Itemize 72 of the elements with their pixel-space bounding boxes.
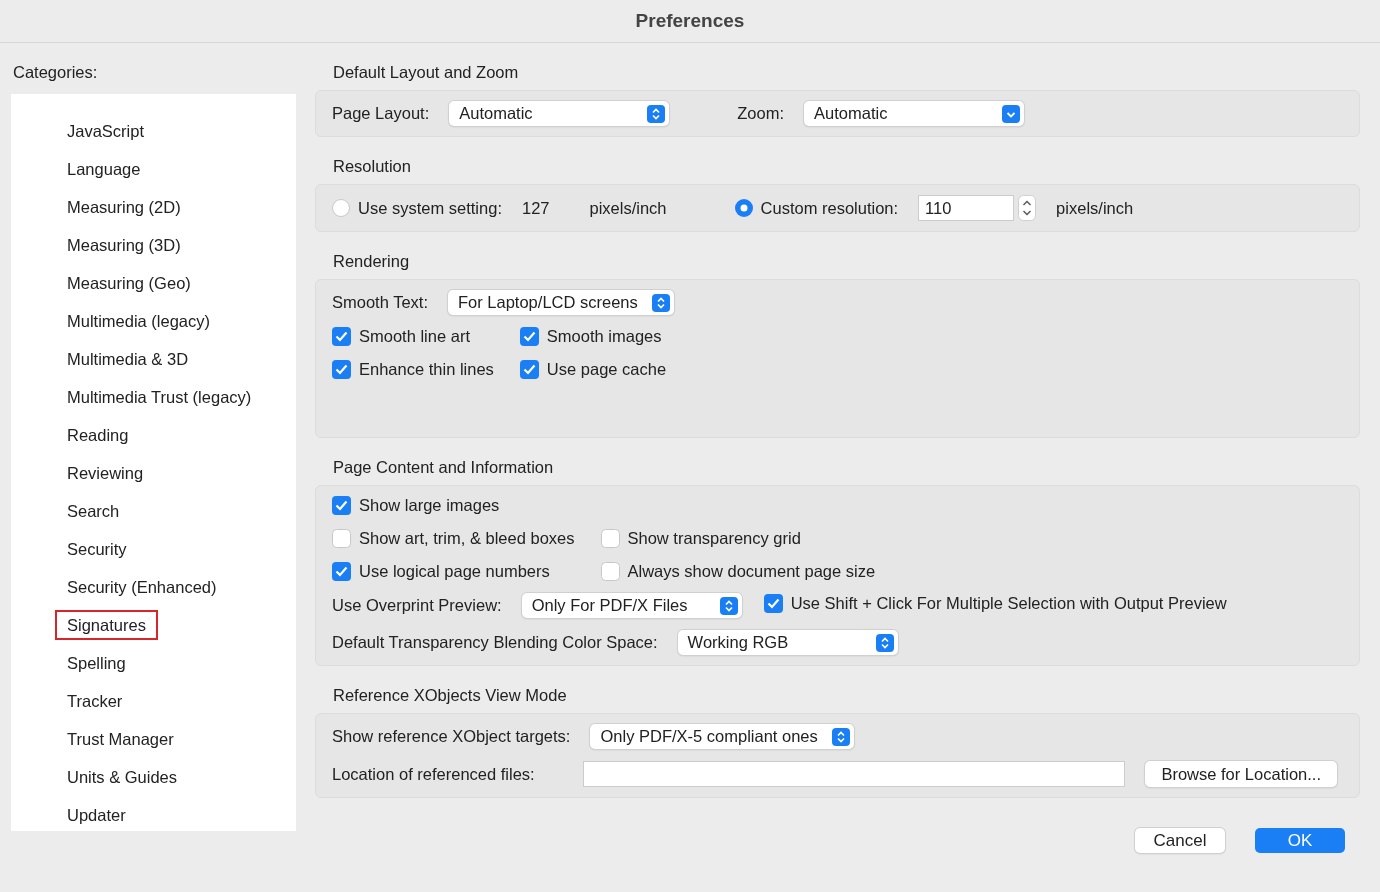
category-item[interactable]: Reviewing	[55, 458, 156, 488]
category-item[interactable]: Spelling	[55, 648, 138, 678]
category-item[interactable]: Tracker	[55, 686, 135, 716]
category-item[interactable]: Measuring (Geo)	[55, 268, 203, 298]
checkbox[interactable]	[332, 327, 351, 346]
checkbox[interactable]	[519, 360, 539, 379]
dropdown[interactable]: Automatic	[449, 101, 670, 126]
category-item[interactable]: Multimedia Trust (legacy)	[55, 382, 264, 412]
radio-label: Custom resolution:	[760, 198, 899, 218]
category-item[interactable]: Reading	[55, 420, 141, 450]
category-item[interactable]: Search	[55, 496, 132, 526]
category-item[interactable]: Measuring (3D)	[55, 230, 193, 260]
value-text: pixels/inch	[1056, 198, 1134, 218]
checkbox[interactable]	[332, 529, 351, 548]
section-title: Resolution	[333, 157, 412, 176]
dropdown[interactable]: Automatic	[804, 101, 1024, 126]
dropdown[interactable]: Working RGB	[677, 630, 898, 655]
category-item[interactable]: Trust Manager	[55, 724, 186, 754]
checkbox-label: Show large images	[359, 496, 500, 515]
radio-button[interactable]	[332, 199, 350, 217]
checkbox-label: Show art, trim, & bleed boxes	[359, 529, 575, 548]
checkbox-label: Use logical page numbers	[359, 562, 550, 581]
category-item[interactable]: Signatures	[55, 610, 158, 640]
checkbox[interactable]	[600, 529, 620, 548]
field-label: Use Overprint Preview:	[332, 596, 502, 615]
category-item[interactable]: Measuring (2D)	[55, 192, 193, 222]
dropdown[interactable]: Only For PDF/X Files	[521, 593, 742, 618]
checkbox-label: Show transparency grid	[627, 529, 801, 548]
checkbox[interactable]	[332, 496, 351, 515]
dropdown[interactable]: Only PDF/X-5 compliant ones	[590, 724, 854, 749]
category-item[interactable]: Units & Guides	[55, 762, 190, 792]
checkbox[interactable]	[519, 327, 539, 346]
section-title: Reference XObjects View Mode	[333, 686, 568, 705]
category-item[interactable]: Language	[55, 154, 153, 184]
stepper-icon[interactable]	[1018, 195, 1037, 221]
section-title: Default Layout and Zoom	[333, 63, 520, 82]
value-text: pixels/inch	[589, 198, 667, 218]
checkbox[interactable]	[332, 562, 351, 581]
checkbox[interactable]	[332, 360, 351, 379]
value-text: 127	[521, 198, 550, 218]
category-item[interactable]: Multimedia (legacy)	[55, 306, 223, 336]
radio-label: Use system setting:	[358, 198, 502, 218]
field-label: Location of referenced files:	[332, 764, 535, 784]
field-label: Show reference XObject targets:	[332, 727, 571, 746]
checkbox[interactable]	[763, 594, 783, 613]
field-label: Default Transparency Blending Color Space:	[332, 633, 658, 652]
input-field[interactable]	[582, 761, 1126, 787]
checkbox-label: Smooth images	[546, 327, 662, 346]
category-item[interactable]: Multimedia & 3D	[55, 344, 201, 374]
category-item[interactable]: JavaScript	[55, 116, 157, 146]
resolution-field[interactable]: 110	[918, 195, 1015, 221]
field-label: Page Layout:	[332, 104, 430, 123]
section-title: Page Content and Information	[333, 458, 555, 477]
radio-button[interactable]	[734, 199, 753, 217]
section-title: Rendering	[333, 252, 411, 271]
category-item[interactable]: Updater	[55, 800, 138, 830]
checkbox[interactable]	[600, 562, 620, 581]
window-title: Preferences	[635, 10, 745, 32]
browse-button[interactable]: Browse for Location...	[1145, 761, 1337, 787]
category-item[interactable]: Security (Enhanced)	[55, 572, 229, 602]
dialog-button[interactable]: Cancel	[1135, 828, 1225, 853]
dropdown[interactable]: For Laptop/LCD screens	[448, 290, 674, 315]
categories-label: Categories:	[13, 63, 99, 82]
checkbox-label: Always show document page size	[627, 562, 876, 581]
category-item[interactable]: Security	[55, 534, 139, 564]
checkbox-label: Use Shift + Click For Multiple Selection with Output Preview	[790, 594, 1227, 613]
checkbox-label: Enhance thin lines	[359, 360, 494, 379]
field-label: Smooth Text:	[332, 293, 428, 312]
checkbox-label: Use page cache	[546, 360, 667, 379]
field-label: Zoom:	[737, 104, 784, 123]
dialog-button[interactable]: OK	[1255, 828, 1345, 853]
checkbox-label: Smooth line art	[359, 327, 470, 346]
